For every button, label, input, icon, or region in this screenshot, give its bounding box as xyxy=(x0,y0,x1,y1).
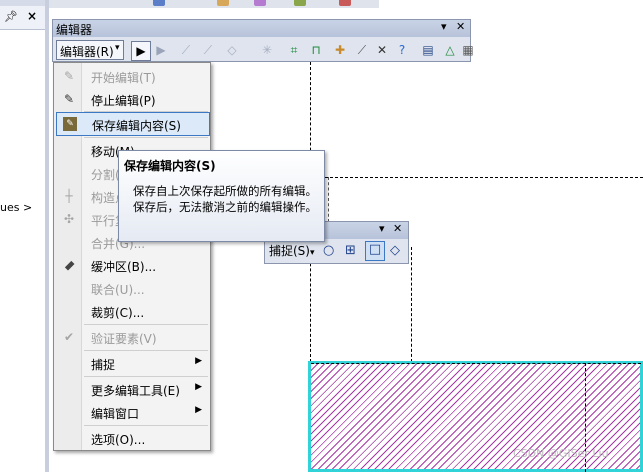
save-edits-tooltip: 保存编辑内容(S) 保存自上次保存起所做的所有编辑。保存后，无法撤消之前的编辑操… xyxy=(118,150,325,242)
snapping-menu-label: 捕捉(S) xyxy=(269,244,310,258)
endpoint-arc-icon[interactable]: ⟋ xyxy=(199,41,217,59)
menu-item-stop-editing[interactable]: ✎ 停止编辑(P) xyxy=(56,88,208,110)
chevron-down-icon: ▾ xyxy=(309,248,315,258)
menu-item-buffer[interactable]: ▬ 缓冲区(B)... xyxy=(56,254,208,276)
tooltip-body: 保存自上次保存起所做的所有编辑。保存后，无法撤消之前的编辑操作。 xyxy=(133,184,317,214)
pencil-icon: ✎ xyxy=(63,69,75,83)
reshape-feature-icon[interactable]: ⊓ xyxy=(307,41,325,59)
measure-tool-icon[interactable] xyxy=(339,0,351,6)
toolbar-options-icon[interactable]: ▾ xyxy=(379,222,385,235)
editor-dropdown-menu: ✎ 开始编辑(T) ✎ 停止编辑(P) ✎ 保存编辑内容(S) 移动(M)...… xyxy=(53,62,211,451)
polygon-inner-line xyxy=(311,363,641,364)
point-snap-icon[interactable]: ○ xyxy=(323,243,339,259)
left-dock-body xyxy=(0,31,45,472)
submenu-arrow-icon: ▶ xyxy=(195,382,202,392)
end-snap-icon[interactable]: ⊞ xyxy=(345,243,361,259)
editor-toolbar-title: 编辑器 xyxy=(56,23,93,37)
dock-splitter[interactable] xyxy=(45,0,49,472)
editor-toolbar-titlebar[interactable]: 编辑器 ▾ ✕ xyxy=(53,20,470,37)
menu-item-clip[interactable]: 裁剪(C)... xyxy=(56,300,208,322)
menu-item-snapping[interactable]: 捕捉 ▶ xyxy=(56,352,208,374)
menu-item-validate-features[interactable]: ✔ 验证要素(V) xyxy=(56,326,208,348)
left-panel-truncated-text: ues > xyxy=(0,201,33,214)
close-icon[interactable]: × xyxy=(27,9,37,23)
create-features-icon[interactable]: ▦ xyxy=(459,41,477,59)
map-grid-line-h xyxy=(310,177,643,178)
submenu-arrow-icon: ▶ xyxy=(195,356,202,366)
menu-separator xyxy=(84,425,208,426)
editor-menu-label: 编辑器(R) xyxy=(60,45,114,59)
table-tool-icon[interactable] xyxy=(254,0,266,6)
chevron-down-icon: ▾ xyxy=(115,43,120,53)
submenu-arrow-icon: ▶ xyxy=(195,405,202,415)
map-grid-line-v3 xyxy=(411,247,412,362)
sketch-properties-icon[interactable]: △ xyxy=(441,41,459,59)
vertex-snap-icon[interactable]: □ xyxy=(365,241,385,261)
edit-annotation-icon[interactable]: ▶ xyxy=(152,41,170,59)
menu-separator xyxy=(84,137,208,138)
editor-menu-button[interactable]: 编辑器(R) ▾ xyxy=(56,40,124,60)
map-tool-icon[interactable] xyxy=(217,0,229,6)
snapping-menu-button[interactable]: 捕捉(S)▾ xyxy=(269,242,315,259)
straight-segment-icon[interactable]: ⟋ xyxy=(177,41,195,59)
menu-item-editing-windows[interactable]: 编辑窗口 ▶ xyxy=(56,401,208,423)
menu-separator xyxy=(84,350,208,351)
toolbar-options-icon[interactable]: ▾ xyxy=(441,20,447,33)
copy-parallel-icon: ✣ xyxy=(63,212,75,226)
menu-separator xyxy=(84,376,208,377)
attributes-icon[interactable]: ▤ xyxy=(419,41,437,59)
layer-tool-icon[interactable] xyxy=(294,0,306,6)
edge-snap-icon[interactable]: ◇ xyxy=(390,243,406,259)
top-toolbar-strip xyxy=(49,0,379,8)
map-grid-line-v2 xyxy=(328,177,329,222)
toolbar-close-icon[interactable]: ✕ xyxy=(393,222,402,235)
construct-points-icon: ┼ xyxy=(65,189,73,203)
save-edits-icon: ✎ xyxy=(63,117,77,131)
split-tool-icon[interactable]: ⟋ xyxy=(353,41,371,59)
menu-item-options[interactable]: 选项(O)... xyxy=(56,427,208,449)
pencil-stop-icon: ✎ xyxy=(63,92,75,106)
toolbar-close-icon[interactable]: ✕ xyxy=(456,20,465,33)
menu-item-start-editing[interactable]: ✎ 开始编辑(T) xyxy=(56,65,208,87)
editor-toolbar: 编辑器 ▾ ✕ 编辑器(R) ▾ ▶ ▶ ⟋ ⟋ ◇ ✳ ⌗ ⊓ ✚ ⟋ ✕ ?… xyxy=(52,19,474,62)
rotate-tool-icon[interactable]: ✕ xyxy=(373,41,391,59)
zoom-icon[interactable] xyxy=(153,0,165,6)
point-icon[interactable]: ✳ xyxy=(258,41,276,59)
menu-item-union[interactable]: 联合(U)... xyxy=(56,277,208,299)
edit-tool-icon[interactable]: ▶ xyxy=(131,41,151,61)
menu-separator xyxy=(84,324,208,325)
menu-item-save-edits[interactable]: ✎ 保存编辑内容(S) xyxy=(56,112,210,136)
left-dock-header: 📌︎ × xyxy=(0,6,45,30)
buffer-icon: ▬ xyxy=(60,256,78,274)
edit-vertices-icon[interactable]: ⌗ xyxy=(285,41,303,59)
help-icon[interactable]: ? xyxy=(393,41,411,59)
watermark: CSDN @GISer Liu xyxy=(513,447,609,460)
menu-item-more-editing-tools[interactable]: 更多编辑工具(E) ▶ xyxy=(56,378,208,400)
tooltip-title: 保存编辑内容(S) xyxy=(124,159,216,173)
cut-polygons-icon[interactable]: ✚ xyxy=(331,41,349,59)
trace-icon[interactable]: ◇ xyxy=(223,41,241,59)
validate-icon: ✔ xyxy=(63,330,75,344)
pin-icon[interactable]: 📌︎ xyxy=(4,10,18,23)
